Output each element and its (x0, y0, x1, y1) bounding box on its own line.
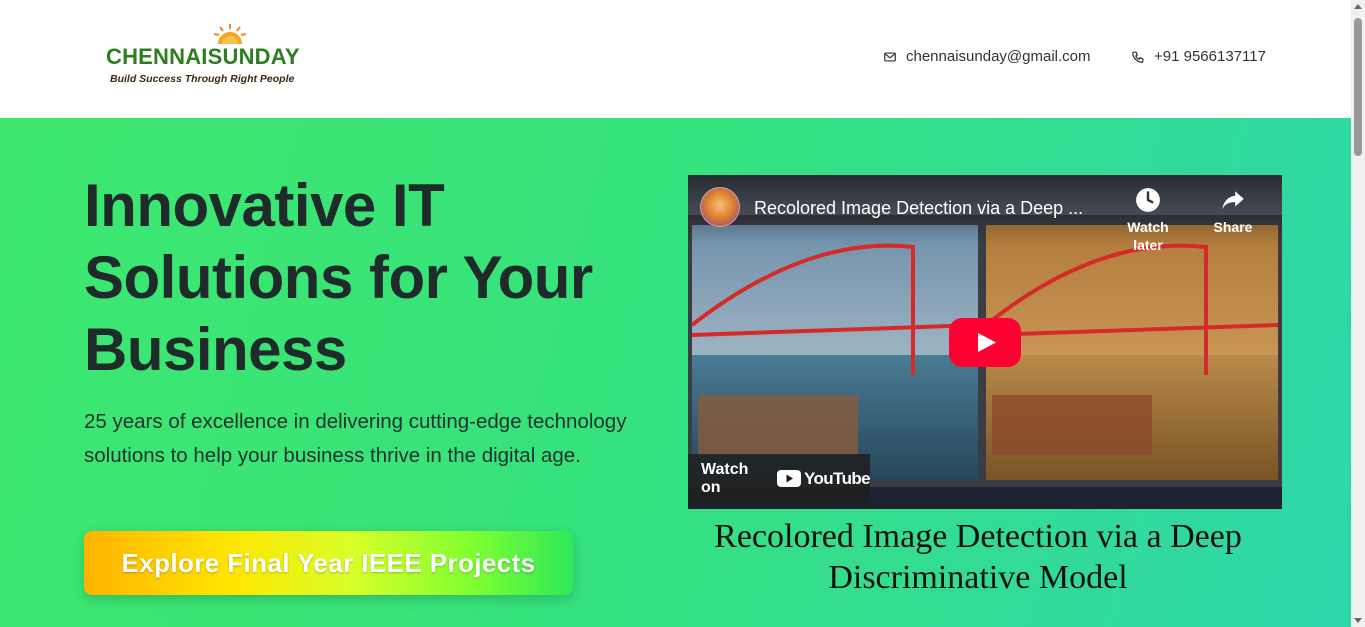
phone-text[interactable]: +91 9566137117 (1154, 48, 1266, 65)
channel-avatar[interactable] (700, 187, 740, 227)
vertical-scrollbar[interactable] (1351, 0, 1365, 627)
watch-later-label: Watch later (1127, 219, 1169, 253)
youtube-logo: YouTube (777, 468, 871, 489)
share-arrow-icon (1222, 191, 1244, 210)
youtube-video-embed[interactable]: Recolored Image Detection via a Deep ...… (688, 175, 1282, 509)
clock-icon (1136, 188, 1160, 212)
watch-later-button[interactable]: Watch later (1113, 187, 1183, 255)
logo-name: CHENNAISUNDAY (106, 44, 300, 69)
explore-projects-button[interactable]: Explore Final Year IEEE Projects (84, 531, 573, 595)
email-text[interactable]: chennaisunday@gmail.com (906, 48, 1091, 65)
youtube-wordmark: YouTube (804, 468, 871, 488)
share-label: Share (1213, 219, 1253, 235)
site-logo[interactable]: CHENNAISUNDAY Build Success Through Righ… (104, 22, 304, 92)
hero-description: 25 years of excellence in delivering cut… (84, 410, 627, 467)
hero-title: Innovative IT Solutions for Your Busines… (84, 172, 593, 383)
logo-tagline: Build Success Through Right People (110, 73, 295, 85)
contact-email[interactable]: chennaisunday@gmail.com (883, 48, 1091, 65)
scroll-up-arrow-icon[interactable] (1354, 4, 1362, 9)
scroll-down-arrow-icon[interactable] (1354, 618, 1362, 623)
phone-icon (1132, 51, 1144, 63)
hero-section: Innovative IT Solutions for Your Busines… (0, 118, 1351, 627)
scrollbar-thumb[interactable] (1354, 18, 1362, 156)
mail-icon (884, 51, 896, 62)
watch-on-label: Watch on (701, 460, 749, 496)
share-button[interactable]: Share (1198, 187, 1268, 237)
play-button[interactable] (949, 318, 1021, 367)
watch-on-youtube-button[interactable]: Watch on YouTube (688, 454, 871, 503)
sun-logo-icon (213, 24, 247, 44)
video-title[interactable]: Recolored Image Detection via a Deep ... (754, 198, 1104, 219)
site-header: CHENNAISUNDAY Build Success Through Righ… (0, 0, 1351, 118)
video-caption: Recolored Image Detection via a Deep Dis… (714, 518, 1242, 596)
play-icon (949, 318, 1021, 367)
youtube-play-icon (777, 470, 801, 487)
contact-phone[interactable]: +91 9566137117 (1131, 48, 1266, 65)
